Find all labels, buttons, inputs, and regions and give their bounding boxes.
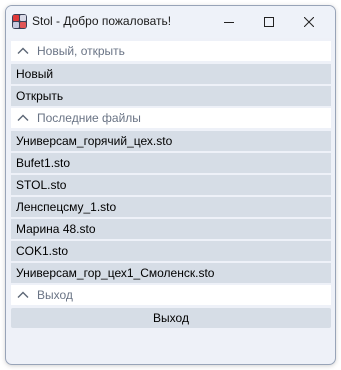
minimize-icon [224, 22, 234, 23]
new-file-item[interactable]: Новый [11, 64, 331, 84]
recent-file-item[interactable]: Универсам_горячий_цех.sto [11, 131, 331, 151]
close-icon [304, 17, 314, 27]
recent-file-item[interactable]: COK1.sto [11, 241, 331, 261]
section-header-exit[interactable]: Выход [11, 285, 331, 305]
app-logo-icon[interactable] [12, 14, 27, 29]
recent-file-item[interactable]: Ленспецсму_1.sto [11, 197, 331, 217]
chevron-up-icon [17, 291, 29, 298]
recent-file-item[interactable]: STOL.sto [11, 175, 331, 195]
recent-file-item[interactable]: Bufet1.sto [11, 153, 331, 173]
section-title: Новый, открыть [37, 44, 125, 58]
window-title: Stol - Добро пожаловать! [32, 14, 172, 28]
maximize-button[interactable] [249, 6, 289, 38]
chevron-up-icon [17, 47, 29, 54]
section-title: Последние файлы [37, 111, 141, 125]
section-header-new-open[interactable]: Новый, открыть [11, 41, 331, 61]
close-button[interactable] [289, 6, 329, 38]
open-file-item[interactable]: Открыть [11, 86, 331, 106]
exit-button[interactable]: Выход [11, 308, 331, 328]
recent-file-item[interactable]: Универсам_гор_цех1_Смоленск.sto [11, 263, 331, 283]
start-panel: Новый, открыть Новый Открыть Последние ф… [11, 41, 331, 328]
main-window: Stol - Добро пожаловать! Новый, открыть [5, 5, 336, 365]
maximize-icon [264, 17, 274, 27]
section-title: Выход [37, 288, 73, 302]
recent-file-item[interactable]: Марина 48.sto [11, 219, 331, 239]
section-header-recent[interactable]: Последние файлы [11, 108, 331, 128]
chevron-up-icon [17, 114, 29, 121]
minimize-button[interactable] [209, 6, 249, 38]
title-bar[interactable]: Stol - Добро пожаловать! [6, 6, 335, 38]
